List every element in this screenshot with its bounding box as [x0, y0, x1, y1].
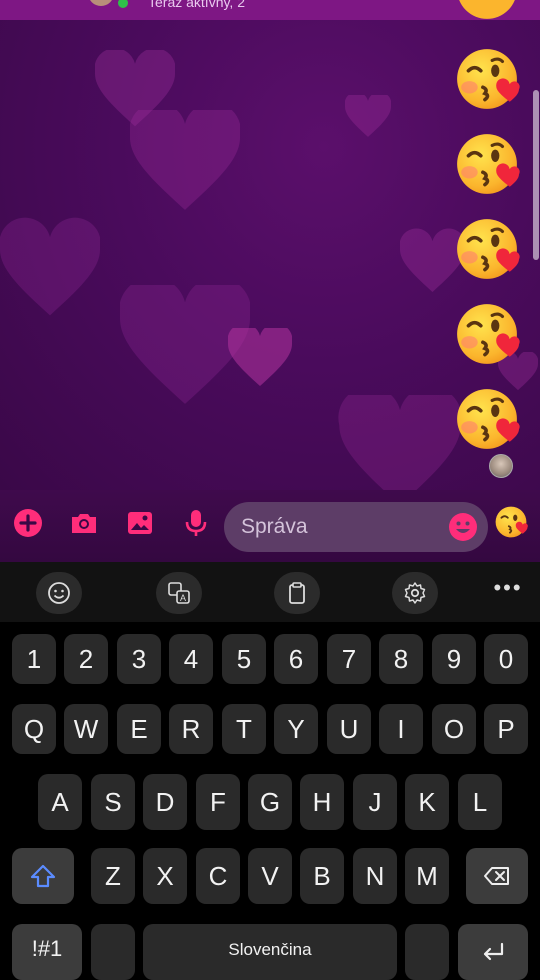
enter-icon [483, 942, 504, 961]
emoji-icon[interactable] [448, 512, 478, 542]
enter-key[interactable] [458, 924, 528, 980]
key-c[interactable]: C [196, 848, 240, 904]
clipboard-icon [289, 582, 305, 604]
kissing-emoji-icon[interactable] [494, 505, 528, 539]
shift-icon [30, 864, 56, 888]
camera-button[interactable] [67, 506, 101, 540]
background-heart-icon [344, 91, 392, 137]
message-kissing-emoji-icon[interactable] [454, 301, 520, 367]
key-3[interactable]: 3 [117, 634, 161, 684]
contact-avatar[interactable] [88, 0, 114, 6]
key-v[interactable]: V [248, 848, 292, 904]
seen-avatar [489, 454, 513, 478]
gallery-icon [128, 512, 152, 534]
keyboard-toolbar: A ••• [0, 562, 540, 622]
key-y[interactable]: Y [274, 704, 318, 754]
key-g[interactable]: G [248, 774, 292, 830]
gallery-button[interactable] [123, 506, 157, 540]
message-kissing-emoji-icon[interactable] [454, 386, 520, 452]
message-kissing-emoji-icon[interactable] [454, 216, 520, 282]
key-b[interactable]: B [300, 848, 344, 904]
background-heart-icon [227, 323, 293, 386]
key-q[interactable]: Q [12, 704, 56, 754]
shift-key[interactable] [12, 848, 74, 904]
microphone-icon [185, 510, 207, 536]
key-o[interactable]: O [432, 704, 476, 754]
key-w[interactable]: W [64, 704, 108, 754]
translate-icon: A [168, 582, 190, 604]
key-e[interactable]: E [117, 704, 161, 754]
microphone-button[interactable] [179, 506, 213, 540]
key-m[interactable]: M [405, 848, 449, 904]
message-input[interactable]: Správa [224, 502, 488, 552]
symbols-key[interactable]: !#1 [12, 924, 82, 980]
key-4[interactable]: 4 [169, 634, 213, 684]
svg-text:A: A [180, 593, 186, 603]
message-kissing-emoji-icon[interactable] [454, 131, 520, 197]
key-l[interactable]: L [458, 774, 502, 830]
key-d[interactable]: D [143, 774, 187, 830]
key-0[interactable]: 0 [484, 634, 528, 684]
camera-icon [72, 514, 96, 533]
key-1[interactable]: 1 [12, 634, 56, 684]
key-u[interactable]: U [327, 704, 371, 754]
active-status-text: Teraz aktívny, 2 [148, 0, 246, 10]
key-s[interactable]: S [91, 774, 135, 830]
key-h[interactable]: H [300, 774, 344, 830]
translate-button[interactable]: A [156, 572, 202, 614]
clipboard-button[interactable] [274, 572, 320, 614]
key-9[interactable]: 9 [432, 634, 476, 684]
keyboard: 1 2 3 4 5 6 7 8 9 0 Q W E R T Y U I O P … [0, 622, 540, 980]
key-z[interactable]: Z [91, 848, 135, 904]
background-heart-icon [129, 102, 241, 210]
emoji-button[interactable] [36, 572, 82, 614]
emoji-icon [48, 582, 70, 604]
more-icon[interactable]: ••• [488, 577, 528, 608]
message-emoji-partial[interactable] [454, 0, 520, 22]
key-j[interactable]: J [353, 774, 397, 830]
key-n[interactable]: N [353, 848, 397, 904]
message-placeholder: Správa [241, 515, 308, 538]
settings-icon [404, 582, 426, 604]
key-x[interactable]: X [143, 848, 187, 904]
scrollbar[interactable] [533, 90, 539, 260]
backspace-key[interactable] [466, 848, 528, 904]
message-composer: Správa [0, 490, 540, 562]
key-a[interactable]: A [38, 774, 82, 830]
message-kissing-emoji-icon[interactable] [454, 46, 520, 112]
backspace-icon [484, 867, 509, 885]
space-key[interactable]: Slovenčina [143, 924, 397, 980]
key-2[interactable]: 2 [64, 634, 108, 684]
key-6[interactable]: 6 [274, 634, 318, 684]
key-r[interactable]: R [169, 704, 213, 754]
settings-button[interactable] [392, 572, 438, 614]
background-heart-icon [0, 215, 101, 325]
key-5[interactable]: 5 [222, 634, 266, 684]
comma-key[interactable] [91, 924, 135, 980]
chat-area: Teraz aktívny, 2 [0, 0, 540, 490]
period-key[interactable] [405, 924, 449, 980]
add-button[interactable] [11, 506, 45, 540]
key-i[interactable]: I [379, 704, 423, 754]
key-8[interactable]: 8 [379, 634, 423, 684]
key-t[interactable]: T [222, 704, 266, 754]
key-7[interactable]: 7 [327, 634, 371, 684]
key-p[interactable]: P [484, 704, 528, 754]
online-indicator [116, 0, 130, 10]
add-icon [14, 509, 42, 537]
key-f[interactable]: F [196, 774, 240, 830]
key-k[interactable]: K [405, 774, 449, 830]
